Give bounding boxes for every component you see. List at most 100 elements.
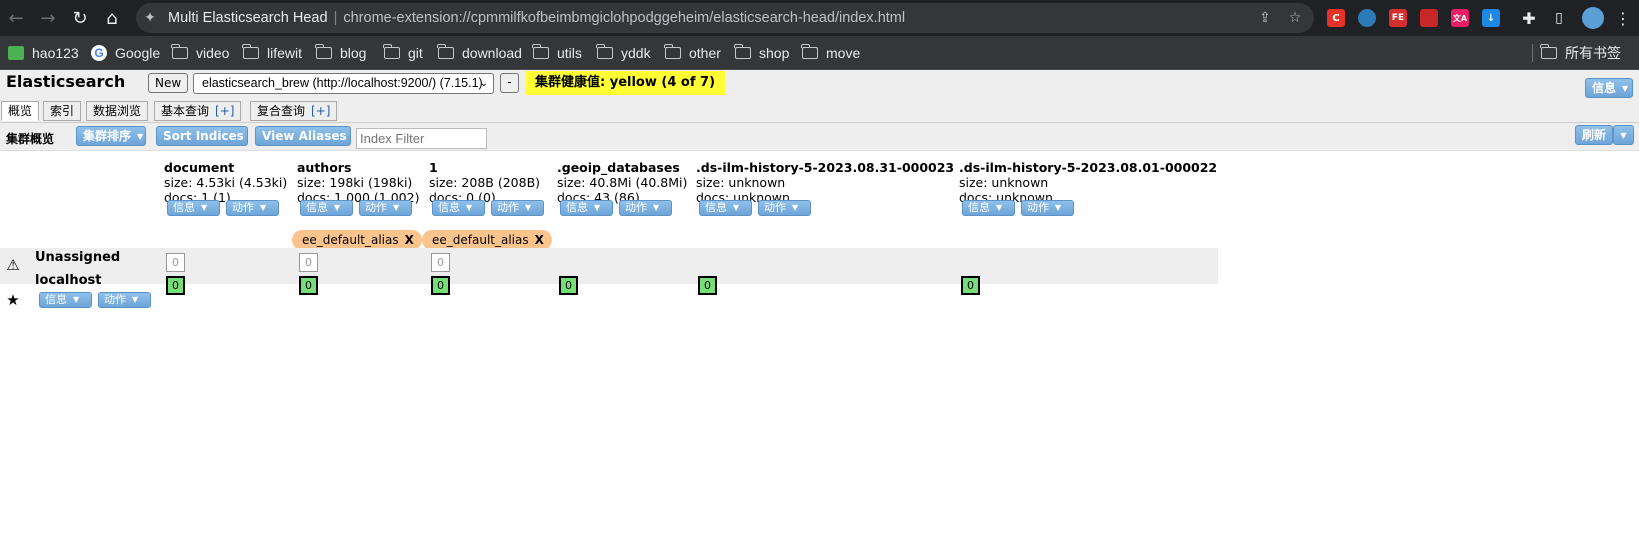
caret-down-icon: ▼ [393, 203, 400, 212]
side-panel-icon[interactable]: ▯ [1547, 6, 1571, 30]
fe-extension-icon[interactable]: FE [1389, 9, 1407, 27]
bookmark-label: git [408, 45, 423, 61]
bookmark-yddk[interactable]: yddk [596, 44, 651, 62]
cube-extension-icon[interactable] [1420, 9, 1438, 27]
bookmark-blog[interactable]: blog [315, 44, 367, 62]
tab-overview[interactable]: 概览 [1, 101, 40, 121]
header-info-button[interactable]: 信息 ▼ [1585, 78, 1633, 98]
started-shard[interactable]: 0 [166, 276, 185, 295]
bookmark-star-icon[interactable]: ☆ [1287, 10, 1303, 26]
tab-basic-query[interactable]: 基本查询 [+] [154, 101, 242, 121]
google-icon: G [91, 45, 107, 61]
started-shard[interactable]: 0 [431, 276, 450, 295]
index-size: size: 4.53ki (4.53ki) [164, 175, 288, 190]
menu-kebab-icon[interactable]: ⋮ [1611, 6, 1635, 30]
avatar[interactable] [1582, 7, 1604, 29]
tab-label: 复合查询 [257, 104, 306, 118]
index-name: .ds-ilm-history-5-2023.08.31-000023 [696, 160, 955, 175]
action-label: 动作 [1027, 201, 1049, 214]
action-label: 动作 [497, 201, 519, 214]
started-shard[interactable]: 0 [559, 276, 578, 295]
node-name: localhost [35, 273, 102, 288]
index-action-button[interactable]: 动作 ▼ [758, 200, 811, 216]
node-info-button[interactable]: 信息 ▼ [39, 292, 92, 308]
translate-extension-icon[interactable]: 文A [1451, 9, 1469, 27]
caret-down-icon: ▼ [996, 203, 1003, 212]
bookmark-label: hao123 [32, 45, 79, 61]
bookmark-move[interactable]: move [801, 44, 861, 62]
caret-down-icon: ▼ [653, 203, 660, 212]
bookmark-label: blog [340, 45, 367, 61]
index-action-button[interactable]: 动作 ▼ [359, 200, 412, 216]
bookmark-label: move [826, 45, 861, 61]
index-card: .ds-ilm-history-5-2023.08.01-000022 size… [959, 160, 1217, 205]
bookmark-label: Google [115, 45, 161, 61]
index-action-button[interactable]: 动作 ▼ [619, 200, 672, 216]
cluster-sort-button[interactable]: 集群排序 ▼ [76, 126, 146, 146]
unassigned-shard[interactable]: 0 [299, 253, 318, 272]
bookmark-label: yddk [621, 45, 651, 61]
tab-compound-query[interactable]: 复合查询 [+] [250, 101, 338, 121]
remove-alias-button[interactable]: X [535, 233, 544, 247]
bookmark-utils[interactable]: utils [532, 44, 582, 62]
extension-puzzle-icon[interactable]: ✦ [142, 10, 158, 26]
index-size: size: 198ki (198ki) [297, 175, 413, 190]
home-icon[interactable]: ⌂ [100, 6, 124, 30]
index-info-button[interactable]: 信息 ▼ [167, 200, 220, 216]
cluster-select[interactable]: elasticsearch_brew (http://localhost:920… [193, 73, 494, 94]
remove-alias-button[interactable]: X [405, 233, 414, 247]
bookmark-google[interactable]: G Google [91, 44, 160, 62]
forward-icon[interactable]: → [36, 6, 60, 30]
view-aliases-button[interactable]: View Aliases▼ [255, 126, 351, 146]
started-shard[interactable]: 0 [961, 276, 980, 295]
index-info-button[interactable]: 信息 ▼ [300, 200, 353, 216]
address-bar[interactable]: ✦ Multi Elasticsearch Head | chrome-extens… [136, 3, 1314, 33]
all-bookmarks[interactable]: 所有书签 [1532, 44, 1621, 62]
caret-down-icon: ▼ [594, 203, 601, 212]
bookmark-label: lifewit [267, 45, 303, 61]
started-shard[interactable]: 0 [698, 276, 717, 295]
bookmark-download[interactable]: download [437, 44, 522, 62]
index-info-button[interactable]: 信息 ▼ [432, 200, 485, 216]
started-shard[interactable]: 0 [299, 276, 318, 295]
unassigned-shard[interactable]: 0 [166, 253, 185, 272]
index-info-button[interactable]: 信息 ▼ [699, 200, 752, 216]
index-action-button[interactable]: 动作 ▼ [1021, 200, 1074, 216]
index-info-button[interactable]: 信息 ▼ [962, 200, 1015, 216]
reload-icon[interactable]: ↻ [68, 6, 92, 30]
download-extension-icon[interactable]: ↓ [1482, 9, 1500, 27]
bookmark-other[interactable]: other [664, 44, 721, 62]
bookmark-shop[interactable]: shop [734, 44, 789, 62]
sort-indices-button[interactable]: Sort Indices▼ [156, 126, 248, 146]
refresh-button[interactable]: 刷新 [1575, 125, 1613, 145]
caret-down-icon: ▼ [792, 203, 799, 212]
app-header: Elasticsearch New elasticsearch_brew (ht… [0, 70, 1639, 127]
caret-down-icon: ▼ [466, 203, 473, 212]
globe-extension-icon[interactable] [1358, 9, 1376, 27]
new-connection-button[interactable]: New [148, 73, 189, 93]
tab-indices[interactable]: 索引 [43, 101, 82, 121]
info-label: 信息 [566, 201, 588, 214]
index-info-button[interactable]: 信息 ▼ [560, 200, 613, 216]
unassigned-label: Unassigned [35, 250, 121, 265]
c-extension-icon[interactable]: C [1327, 9, 1345, 27]
share-icon[interactable]: ⇪ [1257, 10, 1273, 26]
index-filter-input[interactable]: Index Filter [356, 128, 487, 149]
node-action-button[interactable]: 动作 ▼ [98, 292, 151, 308]
bookmark-video[interactable]: video [171, 44, 229, 62]
refresh-options-button[interactable]: ▼ [1613, 125, 1634, 145]
tab-label: 基本查询 [161, 104, 210, 118]
tab-browser[interactable]: 数据浏览 [86, 101, 149, 121]
index-action-button[interactable]: 动作 ▼ [491, 200, 544, 216]
index-size: size: 40.8Mi (40.8Mi) [557, 175, 688, 190]
extensions-puzzle-icon[interactable]: ✚ [1517, 6, 1541, 30]
back-icon[interactable]: ← [4, 6, 28, 30]
index-action-button[interactable]: 动作 ▼ [226, 200, 279, 216]
bookmark-label: download [462, 45, 522, 61]
bookmark-git[interactable]: git [383, 44, 423, 62]
tab-plus: [+] [215, 104, 235, 118]
unassigned-shard[interactable]: 0 [431, 253, 450, 272]
bookmark-hao123[interactable]: hao123 [8, 44, 79, 62]
remove-connection-button[interactable]: - [500, 73, 519, 93]
bookmark-lifewit[interactable]: lifewit [242, 44, 303, 62]
